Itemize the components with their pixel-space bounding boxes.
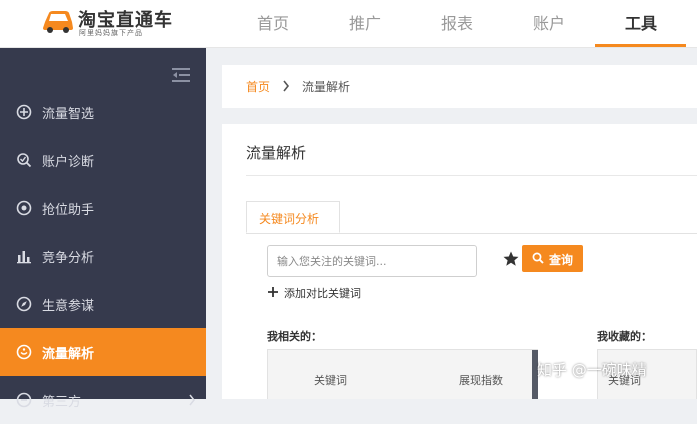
- collapse-menu-icon[interactable]: [172, 68, 190, 82]
- keyword-search-input[interactable]: [267, 245, 477, 277]
- car-logo-icon: [43, 11, 73, 33]
- sidebar-item-account-diagnosis[interactable]: 账户诊断: [0, 136, 206, 184]
- sidebar-item-third-party[interactable]: 第三方: [0, 376, 206, 424]
- related-keywords-table: 关键词 展现指数: [267, 349, 538, 399]
- sidebar-item-position-assistant[interactable]: 抢位助手: [0, 184, 206, 232]
- sidebar: 流量智选 账户诊断 抢位助手 竞争分析 生意参谋 流量解析 第三方: [0, 48, 206, 410]
- sidebar-item-label: 流量解析: [42, 347, 95, 362]
- brand-subtitle: 阿里妈妈旗下产品: [79, 29, 143, 37]
- sidebar-item-business-advisor[interactable]: 生意参谋: [0, 280, 206, 328]
- nav-tools[interactable]: 工具: [625, 10, 657, 34]
- sidebar-item-traffic-analysis[interactable]: 流量解析: [0, 328, 206, 376]
- search-icon: [532, 252, 544, 264]
- sidebar-item-traffic-select[interactable]: 流量智选: [0, 88, 206, 136]
- nav-home[interactable]: 首页: [257, 10, 289, 34]
- table-header-impression-index[interactable]: 展现指数: [459, 372, 503, 388]
- nav-active-indicator: [595, 44, 686, 47]
- sidebar-item-label: 第三方: [42, 395, 82, 410]
- compass-icon: [16, 104, 32, 120]
- page-title: 流量解析: [246, 144, 307, 162]
- nav-reports[interactable]: 报表: [441, 10, 473, 34]
- chevron-right-icon: [283, 80, 290, 92]
- breadcrumb-home-link[interactable]: 首页: [246, 78, 270, 95]
- main-panel: 流量解析 关键词分析 查询 添加对比关键词 我相关的： 我收藏的： 关键词 展现…: [222, 124, 697, 399]
- tab-keyword-analysis[interactable]: 关键词分析: [246, 201, 340, 233]
- compass-needle-icon: [16, 296, 32, 312]
- nav-promotion[interactable]: 推广: [349, 10, 381, 34]
- traffic-icon: [16, 344, 32, 360]
- favorites-section-label: 我收藏的：: [597, 330, 652, 343]
- nav-account[interactable]: 账户: [533, 10, 565, 34]
- plus-icon: [268, 287, 278, 297]
- add-compare-label: 添加对比关键词: [284, 287, 361, 300]
- top-bar: 淘宝直通车 阿里妈妈旗下产品 首页 推广 报表 账户 工具: [0, 0, 697, 48]
- target-icon: [16, 200, 32, 216]
- star-icon[interactable]: [502, 250, 520, 268]
- sidebar-item-label: 抢位助手: [42, 203, 95, 218]
- query-button[interactable]: 查询: [522, 245, 583, 272]
- query-button-label: 查询: [549, 253, 574, 267]
- tab-bar-line: [246, 233, 697, 234]
- table-header-keyword[interactable]: 关键词: [314, 372, 347, 388]
- related-section-label: 我相关的：: [267, 330, 322, 343]
- third-party-icon: [16, 392, 32, 408]
- sidebar-item-label: 生意参谋: [42, 299, 95, 314]
- watermark-text: 知乎 @一碗味精: [537, 361, 647, 379]
- sidebar-item-label: 账户诊断: [42, 155, 95, 170]
- sidebar-item-label: 竞争分析: [42, 251, 95, 266]
- chevron-right-icon: [189, 394, 195, 406]
- sidebar-item-competition-analysis[interactable]: 竞争分析: [0, 232, 206, 280]
- title-divider: [246, 175, 697, 176]
- bar-chart-icon: [17, 251, 31, 264]
- breadcrumb-current: 流量解析: [302, 80, 351, 94]
- breadcrumb: 首页 流量解析: [222, 65, 697, 108]
- sidebar-item-label: 流量智选: [42, 107, 95, 122]
- diagnosis-icon: [17, 153, 32, 168]
- tab-label: 关键词分析: [259, 212, 320, 226]
